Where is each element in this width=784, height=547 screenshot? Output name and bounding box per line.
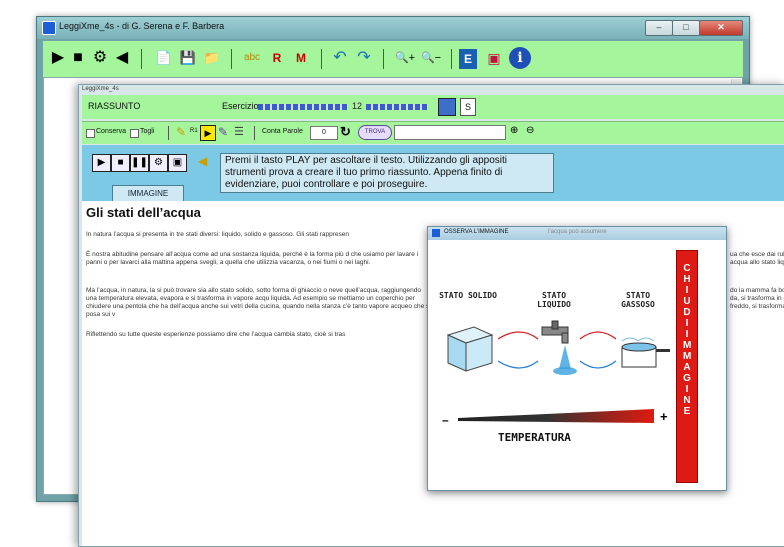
video-icon[interactable]: ▣ [483, 45, 505, 71]
plus-sign: + [660, 409, 668, 424]
arrow-icon [579, 360, 617, 369]
togli-checkbox[interactable] [130, 129, 139, 138]
r-tool-icon[interactable]: R [267, 45, 287, 71]
divider [141, 49, 142, 69]
progress-bar-left [258, 104, 348, 110]
stop-icon[interactable]: ■ [69, 45, 87, 71]
gear-icon[interactable]: ⚙ [89, 45, 111, 71]
divider [383, 49, 384, 69]
paragraph: È nostra abitudine pensare all’acqua com… [86, 251, 419, 266]
paragraph-tail: da, si trasforma in c [730, 295, 784, 302]
divider [231, 49, 232, 69]
water-states-illustration [446, 320, 670, 375]
close-image-label: CHIUDI IMMAGINE [683, 263, 692, 417]
word-count-label: Conta Parole [262, 128, 303, 135]
popup-title-overflow: l’acqua può assumere [548, 229, 607, 235]
exercise-header: RIASSUNTO Esercizio 12 S [82, 95, 784, 119]
divider [451, 49, 452, 69]
paragraph: Riflettendo su tutte queste esperienze p… [86, 331, 346, 338]
divider [321, 49, 322, 69]
settings-button[interactable]: ⚙ [149, 154, 168, 172]
export-e-icon[interactable]: E [459, 49, 477, 69]
zoom-out-icon[interactable]: 🔍− [419, 45, 443, 71]
pot-icon [621, 337, 670, 368]
list-icon[interactable]: ☰ [234, 125, 248, 139]
arrow-icon [497, 360, 539, 369]
paragraph-tail: acqua allo stato liq [730, 259, 784, 266]
pen-icon[interactable]: ✎ [218, 125, 232, 139]
find-input[interactable] [394, 125, 506, 140]
state-label-solid: STATO SOLIDO [439, 291, 497, 300]
exercise-number: 12 [352, 101, 363, 111]
back-arrow-icon[interactable]: ◀ [113, 45, 131, 71]
arrow-icon [579, 331, 617, 340]
undo-icon[interactable]: ↶ [329, 45, 351, 71]
maximize-button[interactable]: □ [672, 20, 700, 36]
paragraph: Ma l’acqua, in natura, la si può trovare… [86, 287, 431, 318]
instruction-panel: ▶ ■ ❚❚ ⚙ ▣ ◀ Premi il tasto PLAY per asc… [82, 145, 784, 202]
stop-button[interactable]: ■ [111, 154, 130, 172]
app-icon [42, 21, 56, 35]
zoom-in-icon[interactable]: 🔍+ [393, 45, 417, 71]
divider [254, 126, 255, 140]
text-heading: Gli stati dell’acqua [86, 205, 201, 220]
paragraph-tail: ua che esce dai rubi [730, 251, 784, 258]
paragraph-tail: freddo, si trasforma [730, 303, 784, 310]
play-icon[interactable]: ▶ [49, 45, 67, 71]
zoom-out-icon[interactable]: ⊖ [526, 124, 540, 138]
temperature-gradient [458, 409, 654, 423]
open-button[interactable]: ▣ [168, 154, 187, 172]
save-icon[interactable]: 💾 [177, 45, 199, 71]
main-toolbar: ▶ ■ ⚙ ◀ 📄 💾 📁 abc R M ↶ ↷ 🔍+ 🔍− E ▣ i [43, 41, 743, 77]
instruction-message: Premi il tasto PLAY per ascoltare il tes… [220, 153, 554, 193]
conserva-checkbox[interactable] [86, 129, 95, 138]
arrow-icon [497, 331, 539, 340]
minimize-button[interactable]: – [645, 20, 673, 36]
open-folder-icon[interactable]: 📁 [201, 45, 223, 71]
close-image-button[interactable]: CHIUDI IMMAGINE [676, 250, 698, 483]
conserva-label: Conserva [96, 128, 126, 135]
paragraph: In natura l’acqua si presenta in tre sta… [86, 231, 350, 238]
spellcheck-icon[interactable]: abc [239, 45, 265, 71]
image-popup: OSSERVA L’IMMAGINE l’acqua può assumere … [427, 226, 727, 491]
state-label-gas: STATO GASSOSO [621, 291, 655, 309]
state-label-liquid: STATO LIQUIDO [537, 291, 571, 309]
play-icon[interactable]: ▶ [200, 125, 216, 141]
highlighter-icon[interactable]: ✎ [176, 125, 190, 139]
image-button[interactable]: IMMAGINE [112, 185, 184, 202]
popup-app-icon [432, 229, 440, 237]
s-button[interactable]: S [460, 98, 476, 116]
progress-bar-right [366, 104, 428, 110]
window-title: LeggiXme_4s - di G. Serena e F. Barbera [59, 21, 225, 31]
speaker-icon[interactable]: ◀ [198, 153, 214, 169]
ice-cube-icon [446, 326, 494, 372]
info-icon[interactable]: i [509, 47, 531, 69]
exercise-label: Esercizio [222, 101, 259, 111]
window-title: LeggiXme_4s [82, 86, 119, 92]
title-bar: LeggiXme_4s - di G. Serena e F. Barbera … [37, 17, 749, 39]
reset-icon[interactable]: ↻ [340, 124, 356, 140]
zoom-in-icon[interactable]: ⊕ [510, 124, 524, 138]
tools-bar: Conserva Togli ✎ R1 ▶ ✎ ☰ Conta Parole 0… [82, 121, 784, 144]
redo-icon[interactable]: ↷ [353, 45, 375, 71]
close-button[interactable]: ✕ [699, 20, 743, 36]
minus-sign: – [442, 413, 449, 427]
pause-button[interactable]: ❚❚ [130, 154, 149, 172]
popup-title-bar: OSSERVA L’IMMAGINE l’acqua può assumere [428, 227, 726, 240]
divider [168, 126, 169, 140]
play-button[interactable]: ▶ [92, 154, 111, 172]
word-count-value: 0 [310, 126, 338, 140]
m-tool-icon[interactable]: M [291, 45, 311, 71]
mode-label: RIASSUNTO [88, 101, 141, 111]
temperature-label: TEMPERATURA [498, 431, 571, 444]
paragraph-tail: do la mamma fa bo [730, 287, 784, 294]
find-button[interactable]: TROVA [358, 125, 392, 140]
popup-title: OSSERVA L’IMMAGINE [444, 229, 509, 235]
exercise-select-icon[interactable] [438, 98, 456, 116]
faucet-icon [541, 320, 577, 375]
new-file-icon[interactable]: 📄 [153, 45, 175, 71]
r1-label: R1 [190, 128, 198, 134]
togli-label: Togli [140, 128, 155, 135]
